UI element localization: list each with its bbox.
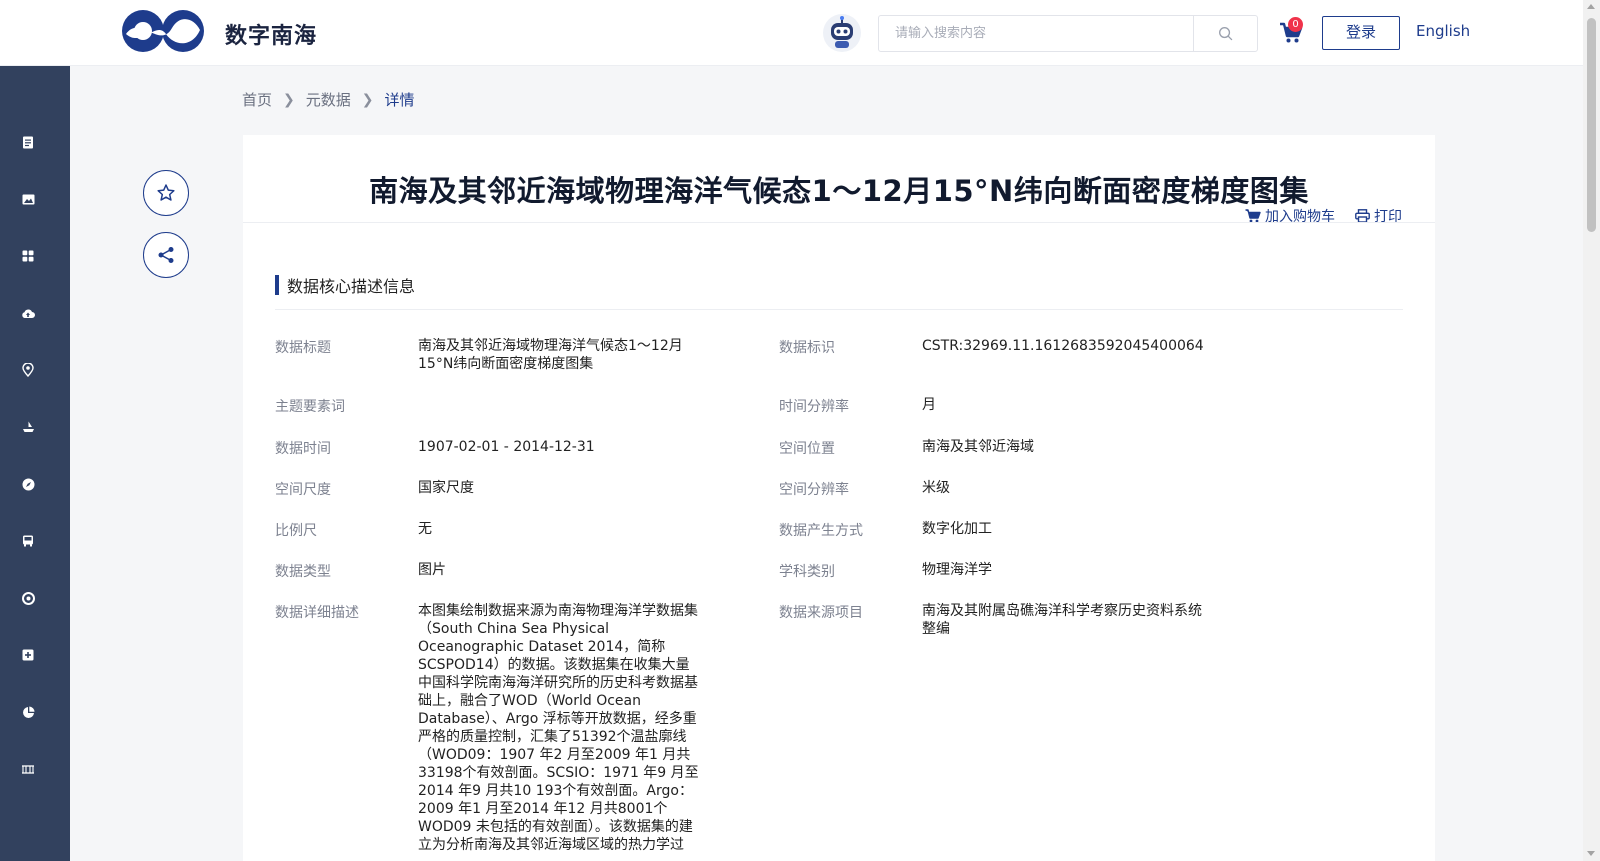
field-label-data-type: 数据类型	[275, 564, 331, 580]
field-value-time-resolution: 月	[922, 397, 936, 413]
add-to-cart-button[interactable]: 加入购物车	[1245, 206, 1335, 226]
field-label-keywords: 主题要素词	[275, 399, 345, 415]
breadcrumb-detail: 详情	[384, 91, 415, 109]
field-value-spatial-resolution: 米级	[922, 480, 950, 496]
logo[interactable]	[120, 8, 206, 54]
left-sidebar	[0, 66, 70, 861]
field-label-production-method: 数据产生方式	[779, 523, 863, 539]
pie-chart-icon[interactable]	[19, 703, 37, 721]
top-header: 数字南海 0 登录 English	[0, 0, 1583, 66]
chevron-right-icon: ❯	[283, 91, 295, 108]
field-value-scale: 无	[418, 521, 432, 537]
breadcrumb: 首页 ❯ 元数据 ❯ 详情	[242, 89, 415, 110]
field-label-location: 空间位置	[779, 441, 835, 457]
section-title: 数据核心描述信息	[287, 277, 416, 296]
field-value-source-project: 南海及其附属岛礁海洋科学考察历史资料系统整编	[922, 603, 1202, 637]
page-title: 南海及其邻近海域物理海洋气候态1～12月15°N纬向断面密度梯度图集	[369, 174, 1309, 208]
robot-assistant-icon[interactable]	[822, 13, 862, 53]
field-label-description: 数据详细描述	[275, 605, 359, 621]
field-label-data-id: 数据标识	[779, 340, 835, 356]
cart-icon	[1245, 209, 1261, 223]
field-value-data-title: 南海及其邻近海域物理海洋气候态1～12月15°N纬向断面密度梯度图集	[418, 338, 683, 372]
page-scrollbar[interactable]	[1583, 0, 1600, 861]
document-icon[interactable]	[19, 133, 37, 151]
field-value-production-method: 数字化加工	[922, 521, 992, 537]
ship-icon[interactable]	[19, 418, 37, 436]
search-box	[878, 15, 1258, 52]
search-input[interactable]	[879, 16, 1193, 51]
field-label-data-time: 数据时间	[275, 441, 331, 457]
lifebuoy-icon[interactable]	[19, 589, 37, 607]
star-icon	[157, 184, 175, 201]
login-button[interactable]: 登录	[1322, 16, 1400, 50]
field-label-source-project: 数据来源项目	[779, 605, 863, 621]
bus-icon[interactable]	[19, 532, 37, 550]
field-label-time-resolution: 时间分辨率	[779, 399, 849, 415]
field-value-location: 南海及其邻近海域	[922, 439, 1034, 455]
bridge-icon[interactable]	[19, 760, 37, 778]
field-label-data-title: 数据标题	[275, 340, 331, 356]
share-button[interactable]	[143, 232, 189, 278]
compass-icon[interactable]	[19, 475, 37, 493]
cart-count-badge: 0	[1288, 17, 1303, 32]
scroll-down-arrow[interactable]	[1587, 851, 1595, 856]
field-value-description: 本图集绘制数据来源为南海物理海洋学数据集（South China Sea Phy…	[418, 603, 699, 853]
print-button[interactable]: 打印	[1355, 206, 1402, 226]
language-switch[interactable]: English	[1416, 22, 1470, 40]
print-label: 打印	[1374, 209, 1402, 225]
divider	[243, 222, 1435, 223]
section-header: 数据核心描述信息	[275, 273, 415, 297]
location-pin-icon[interactable]	[19, 361, 37, 379]
brand-name[interactable]: 数字南海	[225, 18, 317, 50]
breadcrumb-metadata[interactable]: 元数据	[306, 89, 351, 110]
grid-icon[interactable]	[19, 247, 37, 265]
field-label-discipline: 学科类别	[779, 564, 835, 580]
field-label-scale: 比例尺	[275, 523, 317, 539]
detail-card: 南海及其邻近海域物理海洋气候态1～12月15°N纬向断面密度梯度图集 加入购物车…	[243, 135, 1435, 861]
field-value-spatial-scale: 国家尺度	[418, 480, 474, 496]
field-value-data-time: 1907-02-01 - 2014-12-31	[418, 439, 595, 455]
scroll-thumb[interactable]	[1587, 18, 1596, 232]
add-box-icon[interactable]	[19, 646, 37, 664]
search-button[interactable]	[1193, 16, 1257, 51]
favorite-button[interactable]	[143, 170, 189, 216]
divider	[275, 309, 1403, 310]
add-to-cart-label: 加入购物车	[1265, 209, 1335, 225]
share-icon	[158, 247, 174, 263]
printer-icon	[1355, 209, 1370, 223]
scroll-up-arrow[interactable]	[1587, 4, 1595, 9]
image-icon[interactable]	[19, 190, 37, 208]
section-accent-bar	[275, 275, 279, 295]
field-value-data-type: 图片	[418, 562, 446, 578]
breadcrumb-home[interactable]: 首页	[242, 89, 272, 110]
field-label-spatial-resolution: 空间分辨率	[779, 482, 849, 498]
field-value-data-id: CSTR:32969.11.1612683592045400064	[922, 338, 1204, 354]
chevron-right-icon: ❯	[361, 91, 374, 108]
field-label-spatial-scale: 空间尺度	[275, 482, 331, 498]
cloud-upload-icon[interactable]	[19, 304, 37, 322]
search-icon	[1219, 27, 1233, 41]
field-value-discipline: 物理海洋学	[922, 562, 992, 578]
